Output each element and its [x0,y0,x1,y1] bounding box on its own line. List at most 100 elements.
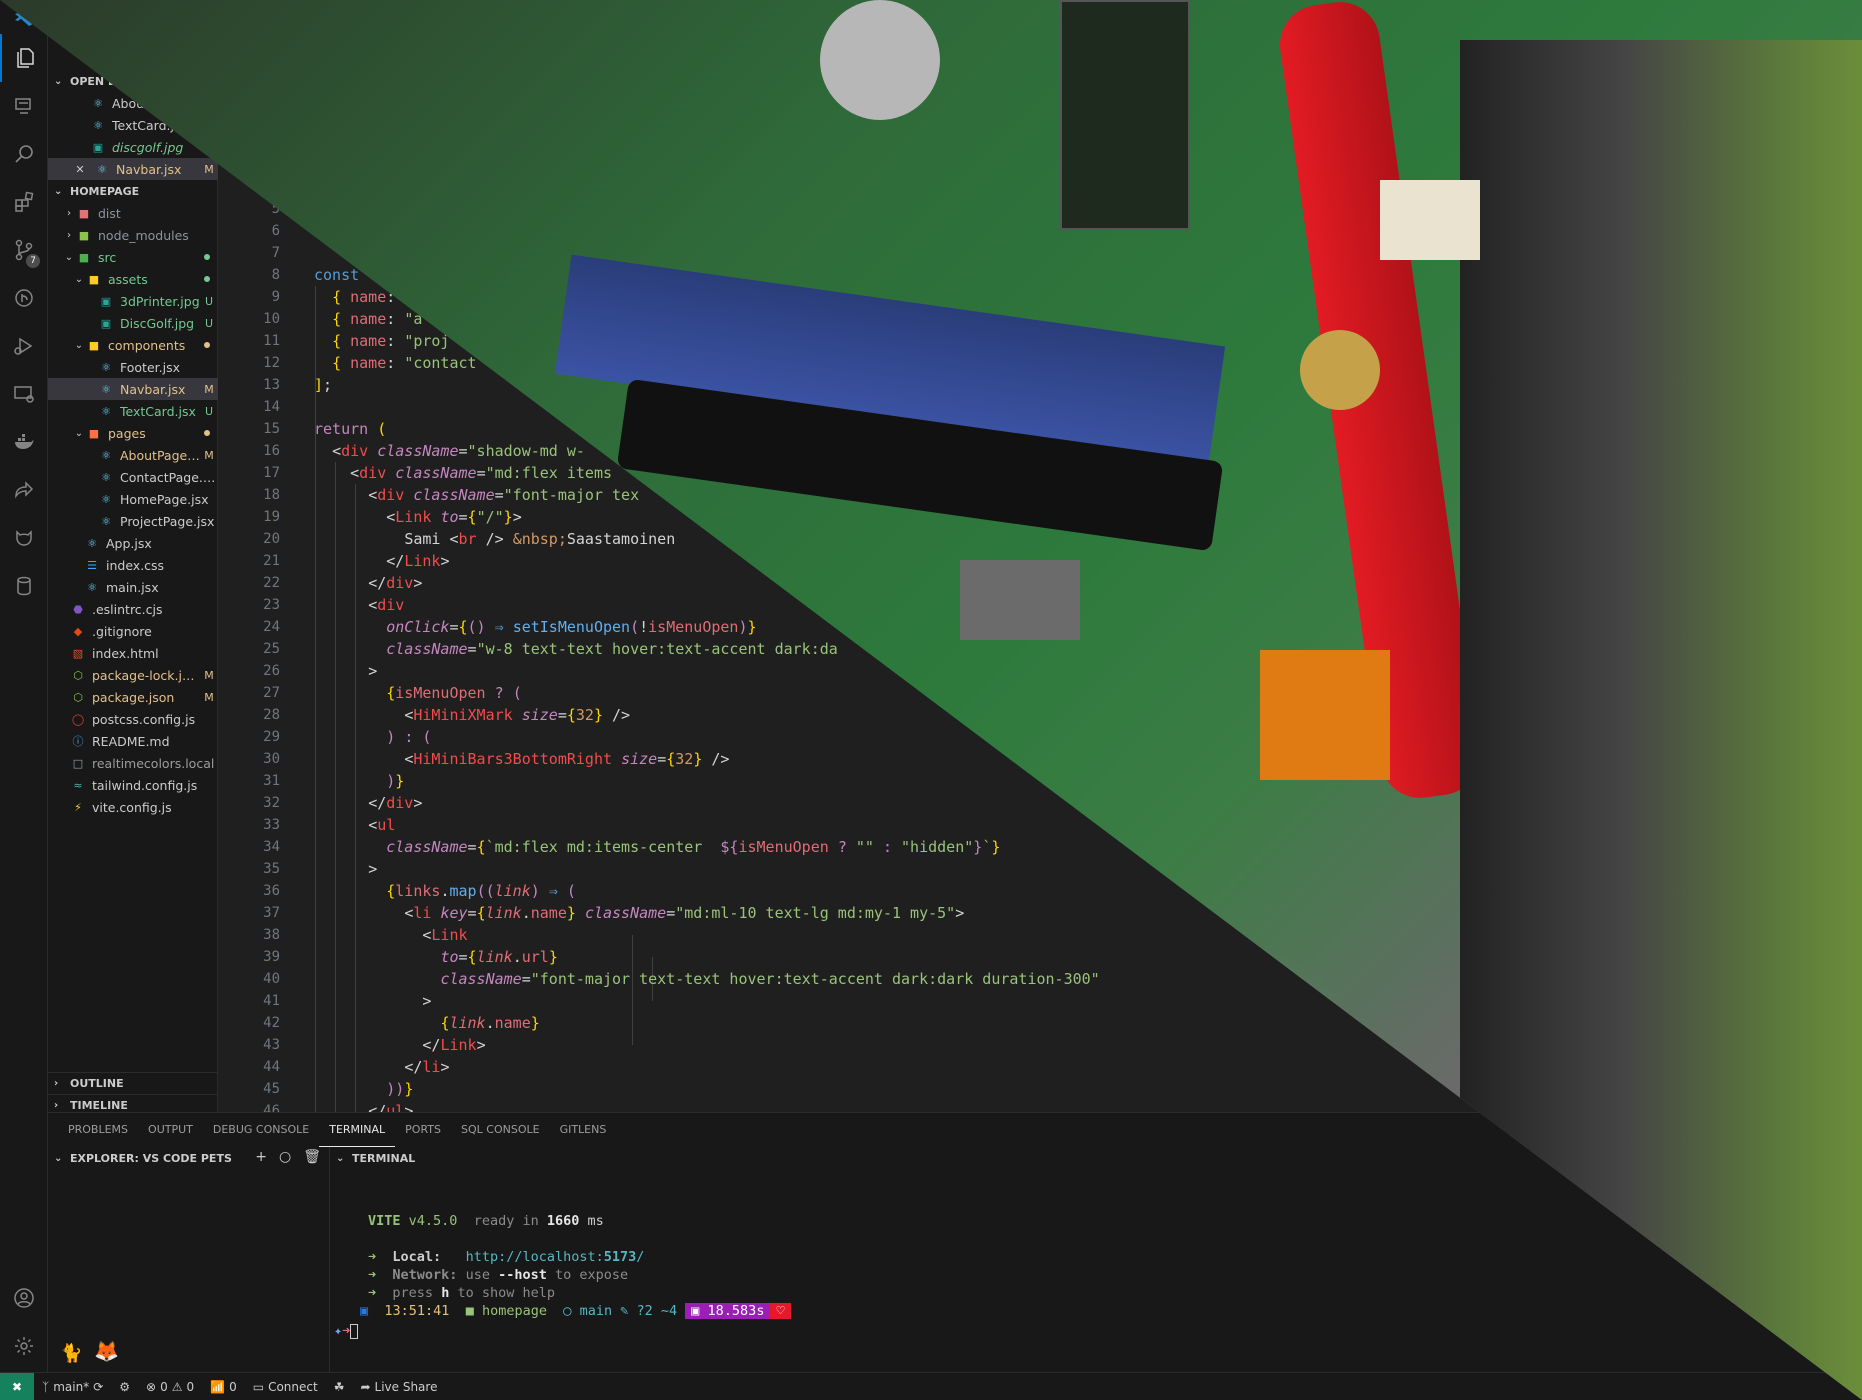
tree-file[interactable]: ⓘ README.md [48,730,218,752]
github-icon[interactable] [0,514,48,562]
code-line: > [368,662,378,680]
problems-indicator[interactable]: ⊗ 0 ⚠ 0 [138,1373,202,1400]
delete-pet-icon[interactable]: 🗑 [303,1149,321,1165]
tree-folder[interactable]: › ■ dist [48,202,218,224]
code-line: {link.name} [440,1014,540,1032]
open-editor-item-active[interactable]: ✕ ⚛ Navbar.jsx M [48,158,218,180]
tree-file[interactable]: ⚛ ProjectPage.jsx [48,510,218,532]
terminal-header[interactable]: ⌄ TERMINAL [330,1147,630,1169]
add-pet-icon[interactable]: + [255,1149,267,1165]
line-number: 6 [271,223,280,239]
chevron-right-icon: › [54,1100,59,1111]
tab-problems[interactable]: PROBLEMS [58,1113,138,1147]
tree-file[interactable]: ⚡ vite.config.js [48,796,218,818]
react-icon: ⚛ [101,514,111,528]
tree-file[interactable]: ☰ index.css [48,554,218,576]
line-number: 30 [263,751,280,767]
line-number: 33 [263,817,280,833]
sync-icon[interactable]: ⟳ [93,1380,103,1394]
code-line: <HiMiniBars3BottomRight size={32} /> [404,750,730,768]
tab-sql-console[interactable]: SQL CONSOLE [451,1113,550,1147]
tree-file[interactable]: ⚛ main.jsx [48,576,218,598]
code-line: { name: "contact [332,354,477,372]
tree-file-selected[interactable]: ⚛ Navbar.jsx M [48,378,218,400]
gitlens-status-icon[interactable]: ⚙ [111,1373,138,1400]
tab-ports[interactable]: PORTS [395,1113,451,1147]
react-icon: ⚛ [93,96,103,110]
gitlens-icon[interactable] [0,274,48,322]
live-share-icon[interactable] [0,466,48,514]
code-line: </Link> [422,1036,486,1054]
react-icon: ⚛ [101,382,111,396]
tree-file[interactable]: ▣ DiscGolf.jpg U [48,312,218,334]
css-icon: ☰ [87,558,97,572]
tab-output[interactable]: OUTPUT [138,1113,203,1147]
project-header[interactable]: ⌄ HOMEPAGE [48,180,218,202]
branch-indicator[interactable]: ᛉ main* ⟳ [34,1373,111,1400]
tree-file[interactable]: ▣ 3dPrinter.jpg U [48,290,218,312]
throw-ball-icon[interactable]: ○ [279,1149,291,1165]
outline-header[interactable]: › OUTLINE [48,1072,218,1094]
terminal-input-line[interactable]: ✦➜ [334,1323,359,1339]
prompt-duration-badge: ▣ 18.583s [685,1303,771,1319]
docker-icon[interactable] [0,418,48,466]
chevron-right-icon: › [67,207,71,219]
tree-file[interactable]: ⚛ HomePage.jsx [48,488,218,510]
remote-monitor-icon[interactable] [0,370,48,418]
line-number: 22 [263,575,280,591]
tab-gitlens[interactable]: GITLENS [550,1113,617,1147]
settings-gear-icon[interactable] [0,1322,48,1370]
ports-indicator[interactable]: 📶 0 [202,1373,245,1400]
remote-indicator-icon[interactable]: ✖ [0,1372,34,1400]
tree-file[interactable]: ⬣ .eslintrc.cjs [48,598,218,620]
tree-file[interactable]: ▧ index.html [48,642,218,664]
search-icon[interactable] [0,130,48,178]
close-icon[interactable]: ✕ [72,161,88,177]
extensions-icon[interactable] [0,178,48,226]
tree-folder[interactable]: ⌄ ■ pages [48,422,218,444]
line-number: 8 [271,267,280,283]
tree-file[interactable]: ⚛ TextCard.jsx U [48,400,218,422]
outline-label: OUTLINE [70,1077,124,1090]
database-plug-icon: ▭ [252,1379,265,1394]
live-share-button[interactable]: ➦ Live Share [352,1373,445,1400]
database-icon[interactable] [0,562,48,610]
tree-file[interactable]: ⚛ AboutPage.jsx M [48,444,218,466]
tree-file[interactable]: ⬡ package-lock.json M [48,664,218,686]
tree-folder[interactable]: ⌄ ■ components [48,334,218,356]
tree-folder[interactable]: ⌄ ■ src [48,246,218,268]
tree-file[interactable]: ⚛ ContactPage.jsx [48,466,218,488]
eslint-icon: ⬣ [73,602,83,616]
chevron-right-icon: › [67,229,71,241]
line-number: 44 [263,1059,280,1075]
pets-status-icon[interactable]: ☘ [326,1373,353,1400]
run-debug-icon[interactable] [0,322,48,370]
pet-sprite-icon[interactable]: 🐈 [60,1343,82,1364]
line-number: 19 [263,509,280,525]
tree-file[interactable]: □ realtimecolors.local [48,752,218,774]
code-line: ))} [386,1080,414,1098]
tab-debug-console[interactable]: DEBUG CONSOLE [203,1113,319,1147]
chevron-down-icon: ⌄ [54,1152,63,1164]
tree-file[interactable]: ⚛ App.jsx [48,532,218,554]
tree-file[interactable]: ⬡ package.json M [48,686,218,708]
modified-dot [204,430,210,436]
tree-folder[interactable]: › ■ node_modules [48,224,218,246]
file-icon: □ [72,756,84,770]
explorer-icon[interactable] [0,34,48,82]
tree-folder[interactable]: ⌄ ■ assets [48,268,218,290]
line-number: 35 [263,861,280,877]
tree-file[interactable]: ≈ tailwind.config.js [48,774,218,796]
tree-file[interactable]: ◆ .gitignore [48,620,218,642]
code-line: </div> [368,574,423,592]
source-control-icon[interactable]: 7 [0,226,48,274]
pet-fox-icon[interactable]: 🦊 [94,1339,119,1363]
tree-file[interactable]: ◯ postcss.config.js [48,708,218,730]
connect-button[interactable]: ▭ Connect [245,1373,326,1400]
tab-terminal[interactable]: TERMINAL [319,1113,396,1147]
remote-explorer-icon[interactable] [0,82,48,130]
tree-file[interactable]: ⚛ Footer.jsx [48,356,218,378]
code-line: { name: "a [332,310,423,328]
image-icon: ▣ [100,294,112,308]
accounts-icon[interactable] [0,1274,48,1322]
